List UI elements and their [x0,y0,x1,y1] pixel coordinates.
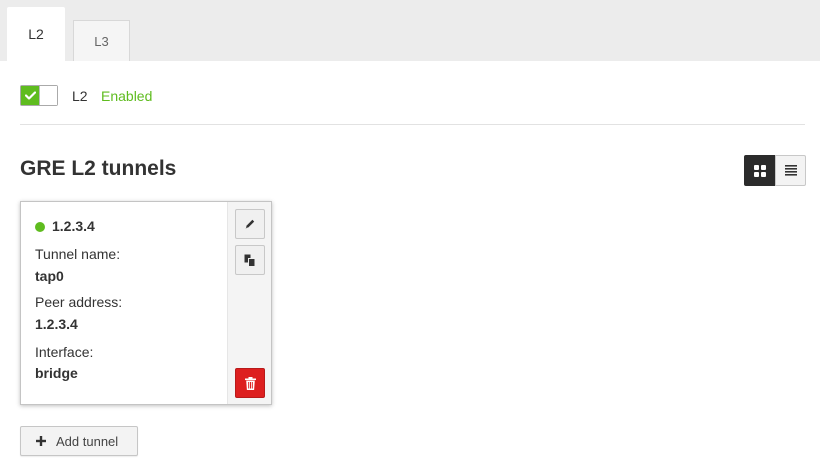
add-tunnel-button[interactable]: Add tunnel [20,426,138,456]
edit-tunnel-button[interactable] [235,209,265,239]
section-divider [20,124,805,125]
grid-icon [753,164,766,177]
service-status-label: Enabled [101,88,153,104]
card-actions [227,202,271,404]
add-tunnel-label: Add tunnel [56,433,119,449]
toggle-on-indicator [21,86,39,105]
tab-l2[interactable]: L2 [7,7,65,61]
tunnel-card: 1.2.3.4 Tunnel name: tap0 Peer address: … [20,201,272,405]
service-enable-toggle[interactable] [20,85,58,106]
toggle-knob [39,86,57,105]
peer-address-value: 1.2.3.4 [35,316,78,332]
online-status-dot [35,222,45,232]
tunnel-card-title: 1.2.3.4 [52,218,95,234]
tab-bar: L2 L3 [0,0,820,61]
page-title: GRE L2 tunnels [20,157,177,180]
peer-address-label: Peer address: [35,294,123,310]
tab-l3[interactable]: L3 [73,20,130,61]
service-name-label: L2 [72,88,88,104]
trash-icon [244,376,256,390]
copy-icon [244,254,256,267]
tunnel-name-value: tap0 [35,268,64,284]
grid-view-button[interactable] [744,155,775,186]
tunnel-name-label: Tunnel name: [35,246,121,262]
pencil-icon [244,218,256,230]
list-view-button[interactable] [775,155,806,186]
list-icon [784,165,797,176]
copy-tunnel-button[interactable] [235,245,265,275]
check-icon [24,91,36,100]
plus-icon [36,436,46,446]
interface-label: Interface: [35,344,94,360]
interface-value: bridge [35,365,78,381]
delete-tunnel-button[interactable] [235,368,265,398]
